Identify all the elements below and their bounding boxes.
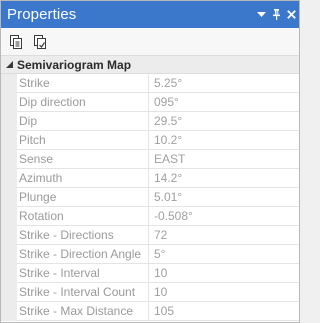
row-gutter (1, 301, 17, 321)
property-grid: Strike 5.25° Dip direction 095° Dip 29.5° Pitc… (1, 73, 299, 321)
property-name: Strike (17, 73, 149, 93)
property-value[interactable]: 14.2° (149, 169, 299, 188)
row-gutter (1, 282, 17, 302)
property-value[interactable]: 10 (149, 283, 299, 302)
property-row[interactable]: Dip direction 095° (1, 92, 299, 112)
panel-toolbar (1, 28, 299, 56)
property-value[interactable]: 10.2° (149, 131, 299, 150)
property-name: Strike - Interval (17, 263, 149, 283)
panel-title: Properties (7, 6, 77, 23)
property-value[interactable]: 29.5° (149, 112, 299, 131)
row-gutter (1, 168, 17, 188)
property-name: Sense (17, 149, 149, 169)
property-value[interactable]: 095° (149, 93, 299, 112)
property-row[interactable]: Strike 5.25° (1, 73, 299, 93)
property-value[interactable]: 72 (149, 226, 299, 245)
property-value[interactable]: 5.25° (149, 74, 299, 93)
property-row[interactable]: Strike - Interval 10 (1, 263, 299, 283)
property-row[interactable]: Plunge 5.01° (1, 187, 299, 207)
property-row[interactable]: Strike - Directions 72 (1, 225, 299, 245)
property-row[interactable]: Rotation -0.508° (1, 206, 299, 226)
property-name: Pitch (17, 130, 149, 150)
section-title: Semivariogram Map (17, 57, 132, 72)
property-value[interactable]: -0.508° (149, 207, 299, 226)
copy-properties-icon[interactable] (6, 32, 26, 52)
pin-icon[interactable] (269, 1, 284, 28)
row-gutter (1, 187, 17, 207)
property-name: Rotation (17, 206, 149, 226)
property-value[interactable]: 5° (149, 245, 299, 264)
collapse-triangle-icon[interactable] (1, 56, 17, 74)
property-name: Azimuth (17, 168, 149, 188)
property-name: Strike - Max Distance (17, 301, 149, 321)
property-row[interactable]: Azimuth 14.2° (1, 168, 299, 188)
row-gutter (1, 149, 17, 169)
property-value[interactable]: EAST (149, 150, 299, 169)
row-gutter (1, 73, 17, 93)
section-header-semivariogram-map[interactable]: Semivariogram Map (1, 56, 299, 74)
row-gutter (1, 263, 17, 283)
property-value[interactable]: 105 (149, 302, 299, 321)
row-gutter (1, 244, 17, 264)
property-value[interactable]: 10 (149, 264, 299, 283)
row-gutter (1, 92, 17, 112)
property-row[interactable]: Strike - Max Distance 105 (1, 301, 299, 321)
row-gutter (1, 111, 17, 131)
property-name: Plunge (17, 187, 149, 207)
property-row[interactable]: Dip 29.5° (1, 111, 299, 131)
row-gutter (1, 206, 17, 226)
property-name: Strike - Direction Angle (17, 244, 149, 264)
property-row[interactable]: Pitch 10.2° (1, 130, 299, 150)
close-icon[interactable] (284, 1, 299, 28)
title-buttons (254, 1, 299, 28)
paste-properties-icon[interactable] (30, 32, 50, 52)
property-row[interactable]: Sense EAST (1, 149, 299, 169)
panel-titlebar: Properties (1, 1, 299, 28)
property-row[interactable]: Strike - Interval Count 10 (1, 282, 299, 302)
properties-panel: Properties Semivariogram Map Strike 5.25… (0, 0, 300, 323)
property-name: Dip direction (17, 92, 149, 112)
property-name: Strike - Interval Count (17, 282, 149, 302)
dropdown-arrow-icon[interactable] (254, 1, 269, 28)
property-row[interactable]: Strike - Direction Angle 5° (1, 244, 299, 264)
property-name: Dip (17, 111, 149, 131)
property-name: Strike - Directions (17, 225, 149, 245)
property-value[interactable]: 5.01° (149, 188, 299, 207)
row-gutter (1, 130, 17, 150)
row-gutter (1, 225, 17, 245)
